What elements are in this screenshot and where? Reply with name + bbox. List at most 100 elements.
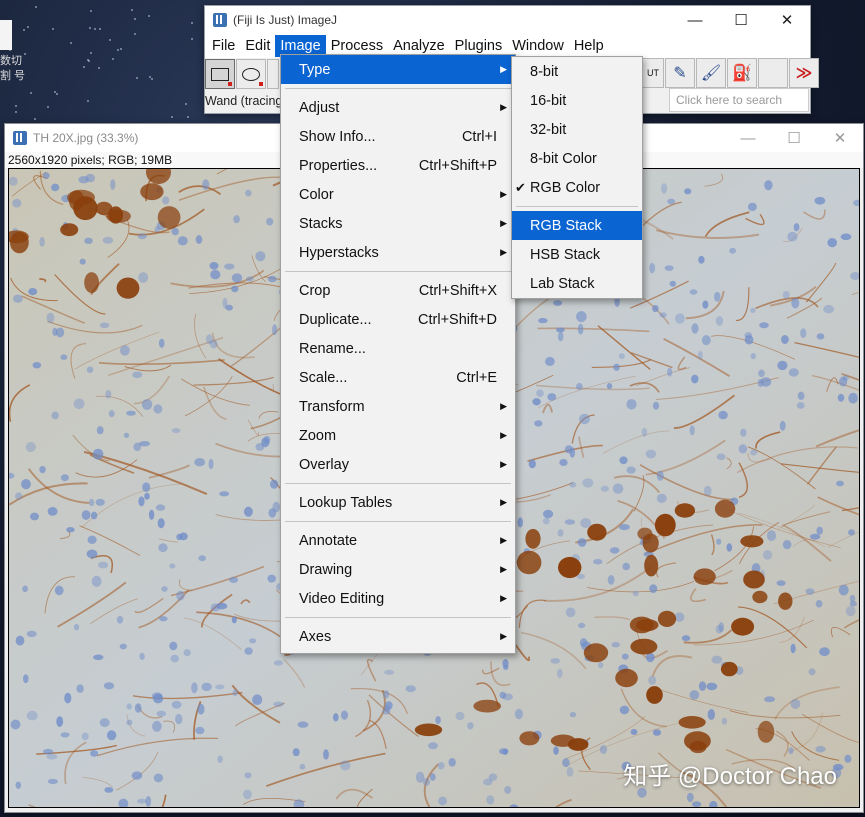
menu-item-label: RGB Stack: [530, 217, 602, 234]
submenu-arrow-icon: ▶: [500, 430, 507, 440]
submenu-arrow-icon: ▶: [500, 459, 507, 469]
menu-item-label: 8-bit Color: [530, 150, 597, 167]
image-menu: Type ▶ Adjust ▶ Show Info... Ctrl+I Properties…: [280, 54, 516, 654]
menu-item-label: Lab Stack: [530, 275, 595, 292]
menu-item-shortcut: Ctrl+Shift+D: [418, 311, 497, 328]
rectangle-icon: [211, 67, 229, 81]
submenu-arrow-icon: ▶: [500, 564, 507, 574]
menu-item-label: Show Info...: [299, 128, 376, 145]
menu-separator: [281, 613, 515, 622]
submenu-arrow-icon: ▶: [500, 102, 507, 112]
menu-item-annotate[interactable]: Annotate ▶: [281, 526, 515, 555]
type-lab-stack[interactable]: Lab Stack: [512, 269, 642, 298]
submenu-arrow-icon: ▶: [500, 64, 507, 74]
menu-item-scale[interactable]: Scale... Ctrl+E: [281, 363, 515, 392]
empty-tool-slot[interactable]: [758, 58, 788, 88]
imagej-app-icon: [213, 13, 227, 27]
oval-tool[interactable]: [236, 59, 266, 89]
menu-item-label: Color: [299, 186, 334, 203]
type-8-bit[interactable]: 8-bit: [512, 57, 642, 86]
menu-item-shortcut: Ctrl+Shift+P: [418, 157, 497, 174]
menu-item-hyperstacks[interactable]: Hyperstacks ▶: [281, 238, 515, 267]
menu-item-label: Rename...: [299, 340, 366, 357]
menu-item-label: Crop: [299, 282, 331, 299]
menu-separator: [281, 267, 515, 276]
menu-separator: [281, 84, 515, 93]
menu-item-label: Type: [299, 61, 331, 78]
type-8-bit-color[interactable]: 8-bit Color: [512, 144, 642, 173]
menu-item-label: Hyperstacks: [299, 244, 379, 261]
maximize-button[interactable]: ☐: [771, 124, 817, 152]
menu-item-adjust[interactable]: Adjust ▶: [281, 93, 515, 122]
maximize-button[interactable]: ☐: [718, 6, 764, 34]
menu-edit[interactable]: Edit: [240, 35, 275, 57]
desktop-icon-label: 数切割 号: [0, 55, 26, 82]
imagej-title: (Fiji Is Just) ImageJ: [233, 13, 338, 27]
type-hsb-stack[interactable]: HSB Stack: [512, 240, 642, 269]
minimize-button[interactable]: —: [725, 124, 771, 152]
type-16-bit[interactable]: 16-bit: [512, 86, 642, 115]
menu-item-label: Properties...: [299, 157, 378, 174]
pencil-tool[interactable]: ✎: [665, 58, 695, 88]
menu-item-shortcut: Ctrl+E: [456, 369, 497, 386]
menu-file[interactable]: File: [207, 35, 240, 57]
menu-item-shortcut: Ctrl+Shift+X: [418, 282, 497, 299]
paint-bucket-icon: ⛽: [732, 65, 752, 82]
menu-item-show-info[interactable]: Show Info... Ctrl+I: [281, 122, 515, 151]
submenu-arrow-icon: ▶: [500, 593, 507, 603]
imagej-titlebar[interactable]: (Fiji Is Just) ImageJ — ☐ ✕: [205, 6, 810, 34]
menu-item-transform[interactable]: Transform ▶: [281, 392, 515, 421]
minimize-button[interactable]: —: [672, 6, 718, 34]
menu-separator: [281, 479, 515, 488]
menu-item-label: RGB Color: [530, 179, 601, 196]
menu-item-crop[interactable]: Crop Ctrl+Shift+X: [281, 276, 515, 305]
rectangle-tool[interactable]: [205, 59, 235, 89]
menu-help[interactable]: Help: [569, 35, 609, 57]
menu-item-rename[interactable]: Rename...: [281, 334, 515, 363]
close-button[interactable]: ✕: [817, 124, 863, 152]
menu-item-type[interactable]: Type ▶: [281, 55, 515, 84]
submenu-arrow-icon: ▶: [500, 497, 507, 507]
menu-item-label: Zoom: [299, 427, 337, 444]
menu-item-stacks[interactable]: Stacks ▶: [281, 209, 515, 238]
checkmark-icon: ✔: [515, 179, 526, 195]
type-rgb-stack[interactable]: RGB Stack: [512, 211, 642, 240]
menu-item-label: Adjust: [299, 99, 340, 116]
menu-item-properties[interactable]: Properties... Ctrl+Shift+P: [281, 151, 515, 180]
pencil-icon: ✎: [673, 65, 687, 82]
status-text: Wand (tracing: [205, 94, 283, 108]
menu-item-label: Stacks: [299, 215, 343, 232]
submenu-arrow-icon: ▶: [500, 218, 507, 228]
brush-icon: 🖌: [700, 65, 722, 82]
menu-item-lookup-tables[interactable]: Lookup Tables ▶: [281, 488, 515, 517]
menu-item-overlay[interactable]: Overlay ▶: [281, 450, 515, 479]
imagej-app-icon: [13, 131, 27, 145]
menu-item-duplicate[interactable]: Duplicate... Ctrl+Shift+D: [281, 305, 515, 334]
type-submenu: 8-bit 16-bit 32-bit 8-bit Color ✔ RGB Color RG…: [511, 56, 643, 299]
submenu-arrow-icon: ▶: [500, 631, 507, 641]
menu-item-label: Duplicate...: [299, 311, 372, 328]
search-input[interactable]: Click here to search: [669, 88, 809, 112]
flood-fill-tool[interactable]: ⛽: [727, 58, 757, 88]
more-tools-button[interactable]: ≫: [789, 58, 819, 88]
submenu-arrow-icon: ▶: [500, 535, 507, 545]
submenu-arrow-icon: ▶: [500, 247, 507, 257]
menu-window[interactable]: Window: [507, 35, 569, 57]
type-rgb-color[interactable]: ✔ RGB Color: [512, 173, 642, 202]
brush-tool[interactable]: 🖌: [696, 58, 726, 88]
oval-icon: [242, 67, 260, 81]
lut-tool[interactable]: UT: [642, 58, 664, 88]
menu-item-label: Video Editing: [299, 590, 385, 607]
menu-item-video-editing[interactable]: Video Editing ▶: [281, 584, 515, 613]
desktop-icon[interactable]: [0, 20, 12, 50]
menu-item-label: Transform: [299, 398, 365, 415]
menu-item-zoom[interactable]: Zoom ▶: [281, 421, 515, 450]
menu-item-drawing[interactable]: Drawing ▶: [281, 555, 515, 584]
menu-item-axes[interactable]: Axes ▶: [281, 622, 515, 651]
menu-item-label: Overlay: [299, 456, 349, 473]
close-button[interactable]: ✕: [764, 6, 810, 34]
polygon-tool[interactable]: [267, 59, 279, 89]
submenu-arrow-icon: ▶: [500, 401, 507, 411]
menu-item-color[interactable]: Color ▶: [281, 180, 515, 209]
type-32-bit[interactable]: 32-bit: [512, 115, 642, 144]
